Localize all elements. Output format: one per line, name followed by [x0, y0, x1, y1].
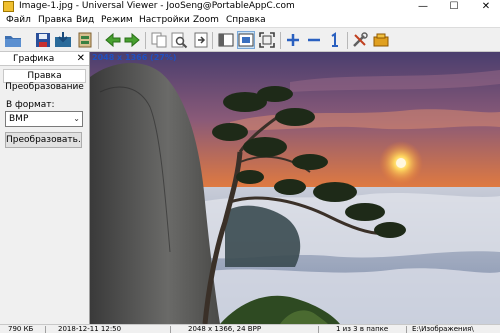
format-select[interactable]: BMP ⌄ — [5, 111, 83, 127]
toolbar-separator — [280, 32, 281, 49]
menu-file[interactable]: Файл — [6, 13, 31, 27]
panel-title: Графика — [13, 54, 55, 64]
chevron-down-icon: ⌄ — [73, 114, 80, 123]
zoom-out-icon[interactable] — [305, 31, 323, 49]
toolbar — [0, 27, 500, 52]
open-folder-icon[interactable] — [4, 31, 22, 49]
menu-bar: Файл Правка Вид Режим Настройки Zoom Спр… — [0, 13, 500, 27]
status-divider — [45, 326, 46, 333]
toolbar-separator — [145, 32, 146, 49]
menu-settings[interactable]: Настройки — [139, 13, 190, 27]
tools-icon[interactable] — [351, 31, 369, 49]
forward-arrow-icon[interactable] — [123, 31, 141, 49]
back-arrow-icon[interactable] — [104, 31, 122, 49]
print-icon[interactable] — [76, 31, 94, 49]
actual-size-icon[interactable] — [325, 31, 343, 49]
toolbar-separator — [98, 32, 99, 49]
status-date: 2018-12-11 12:50 — [58, 325, 122, 333]
save-as-icon[interactable] — [54, 31, 72, 49]
menu-mode[interactable]: Режим — [101, 13, 133, 27]
copy-icon[interactable] — [150, 31, 168, 49]
zoom-info-overlay: 2048 x 1366 (27%) — [92, 53, 177, 62]
sunset-landscape-image — [90, 52, 500, 324]
save-icon[interactable] — [34, 31, 52, 49]
status-path: E:\Изображения\ — [412, 325, 474, 333]
status-dimensions: 2048 x 1366, 24 BPP — [188, 325, 262, 333]
status-bar: 790 КБ 2018-12-11 12:50 2048 x 1366, 24 … — [0, 324, 500, 333]
toolbar-separator — [212, 32, 213, 49]
close-button[interactable]: ✕ — [475, 0, 497, 13]
convert-button[interactable]: Преобразовать... — [5, 132, 82, 148]
find-icon[interactable] — [170, 31, 188, 49]
plugin-icon[interactable] — [372, 31, 390, 49]
status-divider — [170, 326, 171, 333]
panel-header: Графика ✕ — [0, 52, 89, 66]
fit-window-icon[interactable] — [217, 31, 235, 49]
status-position: 1 из 3 в папке — [336, 325, 389, 333]
menu-edit[interactable]: Правка — [38, 13, 72, 27]
fullscreen-icon[interactable] — [258, 31, 276, 49]
toolbar-separator — [347, 32, 348, 49]
window-title: Image-1.jpg - Universal Viewer - JooSeng… — [19, 1, 295, 11]
title-bar: Image-1.jpg - Universal Viewer - JooSeng… — [0, 0, 500, 13]
graphics-panel: Графика ✕ Правка Преобразование В формат… — [0, 52, 90, 324]
status-file-size: 790 КБ — [8, 325, 34, 333]
zoom-in-icon[interactable] — [284, 31, 302, 49]
export-icon[interactable] — [192, 31, 210, 49]
app-icon — [3, 1, 14, 12]
menu-help[interactable]: Справка — [226, 13, 266, 27]
image-viewer[interactable]: 2048 x 1366 (27%) — [90, 52, 500, 324]
maximize-button[interactable]: ☐ — [443, 0, 465, 13]
format-label: В формат: — [6, 100, 55, 110]
menu-zoom[interactable]: Zoom — [193, 13, 219, 27]
menu-view[interactable]: Вид — [76, 13, 94, 27]
format-value: BMP — [9, 114, 29, 124]
status-divider — [318, 326, 319, 333]
panel-close-icon[interactable]: ✕ — [77, 52, 85, 66]
status-divider — [406, 326, 407, 333]
minimize-button[interactable]: — — [412, 0, 434, 13]
original-size-icon[interactable] — [237, 31, 255, 49]
tab-convert[interactable]: Преобразование — [3, 81, 86, 93]
